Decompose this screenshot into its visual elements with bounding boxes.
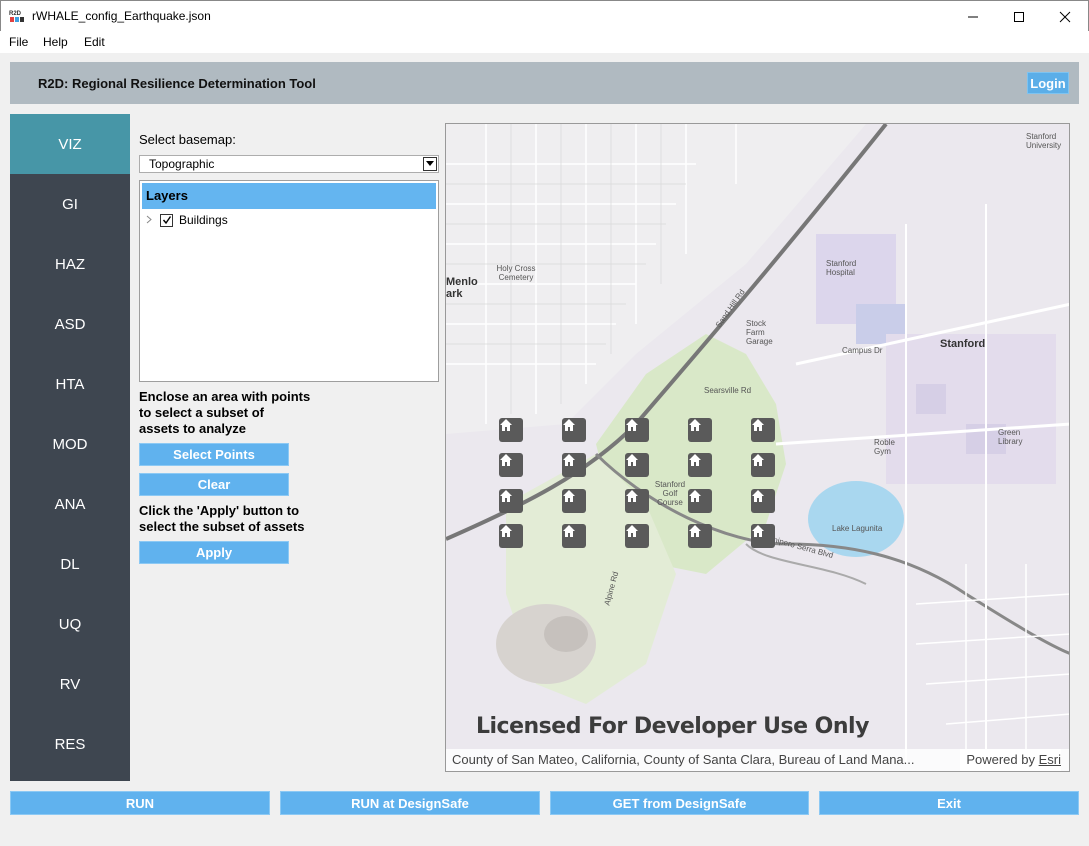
layers-header: Layers <box>142 183 436 209</box>
apply-instructions: Click the 'Apply' button to select the s… <box>139 503 304 535</box>
instruction-line: select the subset of assets <box>139 519 305 534</box>
apply-button[interactable]: Apply <box>139 541 289 564</box>
app-title: R2D: Regional Resilience Determination T… <box>38 76 316 91</box>
sidebar-item-dl[interactable]: DL <box>10 534 130 594</box>
menu-file[interactable]: File <box>9 35 28 49</box>
powered-by: Powered by Esri <box>960 749 1061 771</box>
basemap-graphic <box>446 124 1069 771</box>
window-title: rWHALE_config_Earthquake.json <box>32 9 211 23</box>
layer-row-buildings[interactable]: Buildings <box>146 212 228 228</box>
close-icon[interactable] <box>1042 1 1088 32</box>
chevron-right-icon[interactable] <box>146 213 152 227</box>
house-icon[interactable] <box>688 418 712 442</box>
house-icon[interactable] <box>625 489 649 513</box>
place-label-roble-gym: Roble Gym <box>874 438 895 456</box>
house-icon[interactable] <box>751 453 775 477</box>
house-icon[interactable] <box>751 489 775 513</box>
house-icon[interactable] <box>562 418 586 442</box>
sidebar-item-asd[interactable]: ASD <box>10 294 130 354</box>
chevron-down-icon[interactable] <box>423 157 437 171</box>
house-icon[interactable] <box>688 524 712 548</box>
sidebar-item-gi[interactable]: GI <box>10 174 130 234</box>
instruction-line: Click the 'Apply' button to <box>139 503 300 518</box>
instruction-line: Enclose an area with points <box>139 389 311 404</box>
house-icon[interactable] <box>562 453 586 477</box>
house-icon[interactable] <box>499 453 523 477</box>
place-label-stanford-university: Stanford University <box>1026 132 1062 150</box>
buildings-checkbox[interactable] <box>160 213 173 227</box>
layer-label: Buildings <box>179 213 228 227</box>
select-points-button[interactable]: Select Points <box>139 443 289 466</box>
house-icon[interactable] <box>562 524 586 548</box>
place-label-holy-cross: Holy Cross Cemetery <box>496 264 536 282</box>
minimize-icon[interactable] <box>950 1 996 32</box>
maximize-icon[interactable] <box>996 1 1042 32</box>
house-icon[interactable] <box>562 489 586 513</box>
clear-button[interactable]: Clear <box>139 473 289 496</box>
r2d-app-icon: R2D <box>9 8 25 24</box>
place-label-stanford: Stanford <box>940 338 986 350</box>
place-label-lake-lagunita: Lake Lagunita <box>832 524 883 533</box>
house-icon[interactable] <box>499 489 523 513</box>
esri-link[interactable]: Esri <box>1039 752 1061 767</box>
house-icon[interactable] <box>625 418 649 442</box>
sidebar-item-haz[interactable]: HAZ <box>10 234 130 294</box>
license-watermark: Licensed For Developer Use Only <box>476 714 869 739</box>
house-icon[interactable] <box>688 453 712 477</box>
house-icon[interactable] <box>625 524 649 548</box>
basemap-select-value: Topographic <box>149 157 215 171</box>
basemap-label: Select basemap: <box>139 132 236 147</box>
app-header: R2D: Regional Resilience Determination T… <box>10 62 1079 104</box>
menu-bar: File Help Edit <box>0 31 1089 53</box>
sidebar-item-mod[interactable]: MOD <box>10 414 130 474</box>
svg-text:R2D: R2D <box>9 11 22 17</box>
attribution-text: County of San Mateo, California, County … <box>452 752 915 767</box>
menu-help[interactable]: Help <box>43 35 68 49</box>
place-label-golf-course: Stanford Golf Course <box>654 480 686 507</box>
instruction-line: assets to analyze <box>139 421 246 436</box>
house-icon[interactable] <box>499 524 523 548</box>
basemap-select[interactable]: Topographic <box>139 155 439 173</box>
exit-button[interactable]: Exit <box>819 791 1079 815</box>
road-label-searsville: Searsville Rd <box>704 386 752 395</box>
house-icon[interactable] <box>751 418 775 442</box>
house-icon[interactable] <box>499 418 523 442</box>
map-view[interactable]: Menlo ark Holy Cross Cemetery Stanford S… <box>445 123 1070 772</box>
sidebar-item-res[interactable]: RES <box>10 714 130 774</box>
instruction-line: to select a subset of <box>139 405 264 420</box>
place-label-stanford-hospital: Stanford Hospital <box>826 259 857 277</box>
place-label-green-library: Green Library <box>998 428 1023 446</box>
house-icon[interactable] <box>625 453 649 477</box>
place-label-stock-farm: Stock Farm Garage <box>746 319 773 346</box>
layers-tree: Layers Buildings <box>139 180 439 382</box>
enclose-instructions: Enclose an area with points to select a … <box>139 389 310 437</box>
run-button[interactable]: RUN <box>10 791 270 815</box>
map-attribution: County of San Mateo, California, County … <box>446 749 1069 771</box>
sidebar-item-hta[interactable]: HTA <box>10 354 130 414</box>
road-label-campus-dr: Campus Dr <box>842 346 883 355</box>
place-label-park: ark <box>446 288 463 300</box>
get-designsafe-button[interactable]: GET from DesignSafe <box>550 791 809 815</box>
house-icon[interactable] <box>751 524 775 548</box>
sidebar-item-uq[interactable]: UQ <box>10 594 130 654</box>
sidebar: VIZ GI HAZ ASD HTA MOD ANA DL UQ RV RES <box>10 114 130 781</box>
sidebar-item-ana[interactable]: ANA <box>10 474 130 534</box>
powered-by-text: Powered by <box>966 752 1035 767</box>
sidebar-item-viz[interactable]: VIZ <box>10 114 130 174</box>
menu-edit[interactable]: Edit <box>84 35 105 49</box>
sidebar-item-rv[interactable]: RV <box>10 654 130 714</box>
login-button[interactable]: Login <box>1027 72 1069 94</box>
run-designsafe-button[interactable]: RUN at DesignSafe <box>280 791 540 815</box>
window-title-bar[interactable]: R2D rWHALE_config_Earthquake.json <box>0 0 1089 31</box>
house-icon[interactable] <box>688 489 712 513</box>
place-label-menlo: Menlo <box>446 276 478 288</box>
